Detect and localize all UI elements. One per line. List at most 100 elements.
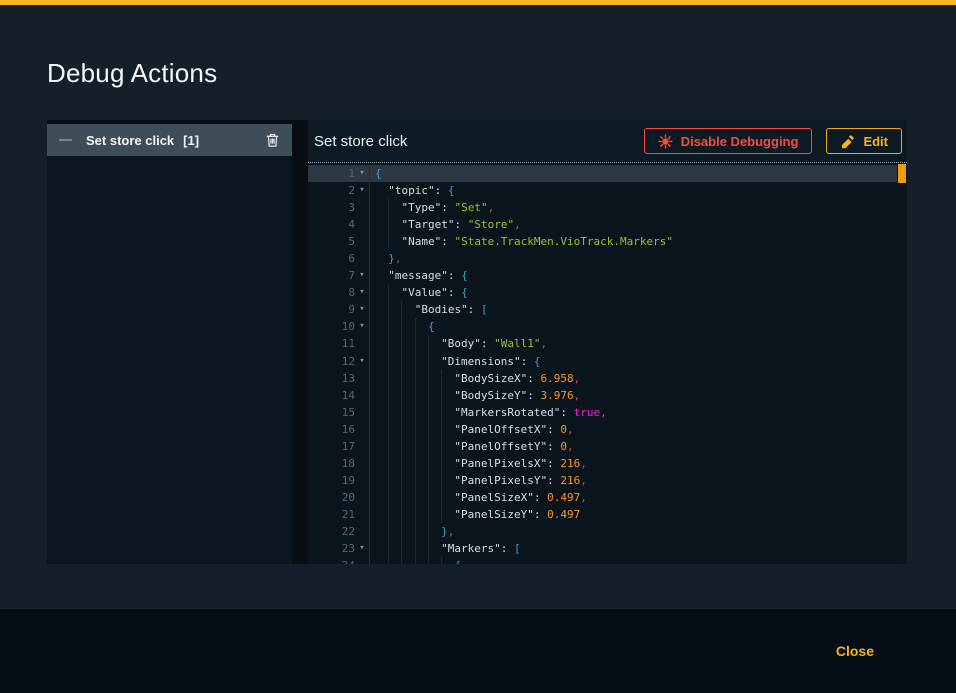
line-number: 16: [308, 421, 355, 438]
editor-line[interactable]: 19 "PanelPixelsY": 216,: [308, 472, 897, 489]
json-code-editor[interactable]: 1▾{2▾"topic": {3"Type": "Set",4"Target":…: [308, 163, 907, 564]
line-number: 24: [308, 557, 355, 564]
panel-header: Set store click: [308, 120, 907, 163]
modal-body: Debug Actions Set store click [1]: [0, 5, 956, 608]
pencil-icon: [840, 134, 855, 149]
editor-line[interactable]: 14 "BodySizeY": 3.976,: [308, 387, 897, 404]
line-number: 19: [308, 472, 355, 489]
editor-line[interactable]: 12▾"Dimensions": {: [308, 353, 897, 370]
code-line-content: "PanelOffsetY": 0,: [369, 438, 897, 455]
code-line-content: "topic": {: [369, 182, 897, 199]
line-number: 3: [308, 199, 355, 216]
code-line-content: },: [369, 523, 897, 540]
editor-line[interactable]: 7▾"message": {: [308, 267, 897, 284]
sidebar-item-label: Set store click: [86, 133, 174, 148]
edit-button[interactable]: Edit: [826, 128, 902, 154]
line-number: 1: [308, 165, 355, 182]
dash-icon: [59, 139, 72, 141]
line-number: 20: [308, 489, 355, 506]
editor-line[interactable]: 15"MarkersRotated": true,: [308, 404, 897, 421]
line-number: 11: [308, 335, 355, 352]
editor-line[interactable]: 21"PanelSizeY": 0.497: [308, 506, 897, 523]
editor-line[interactable]: 4"Target": "Store",: [308, 216, 897, 233]
editor-line[interactable]: 5 "Name": "State.TrackMen.VioTrack.Marker…: [308, 233, 897, 250]
editor-line[interactable]: 11 "Body": "Wall1",: [308, 335, 897, 352]
fold-arrow-icon[interactable]: ▾: [355, 182, 369, 199]
editor-line[interactable]: 1▾{: [308, 165, 897, 182]
code-line-content: "BodySizeX": 6.958,: [369, 370, 897, 387]
fold-arrow-icon[interactable]: ▾: [355, 267, 369, 284]
content-area: Set store click [1]: [47, 120, 907, 564]
dialog-footer: Close: [0, 608, 956, 693]
action-detail-panel: Set store click: [308, 120, 907, 564]
fold-arrow-icon[interactable]: ▾: [355, 540, 369, 557]
panel-header-buttons: Disable Debugging Edit: [644, 128, 902, 154]
line-number: 21: [308, 506, 355, 523]
editor-line[interactable]: 8▾"Value": {: [308, 284, 897, 301]
sidebar-item-count: [1]: [183, 133, 199, 148]
editor-scrollbar[interactable]: [897, 163, 907, 564]
code-line-content: "Body": "Wall1",: [369, 335, 897, 352]
trash-icon[interactable]: [264, 132, 280, 149]
line-number: 2: [308, 182, 355, 199]
code-line-content: "PanelPixelsY": 216,: [369, 472, 897, 489]
line-number: 5: [308, 233, 355, 250]
editor-line[interactable]: 2▾"topic": {: [308, 182, 897, 199]
editor-line[interactable]: 16 "PanelOffsetX": 0,: [308, 421, 897, 438]
code-line-content: "message": {: [369, 267, 897, 284]
line-number: 18: [308, 455, 355, 472]
fold-arrow-icon[interactable]: ▾: [355, 284, 369, 301]
code-line-content: "Value": {: [369, 284, 897, 301]
fold-arrow-icon[interactable]: ▾: [355, 301, 369, 318]
editor-line[interactable]: 24 {: [308, 557, 897, 564]
disable-debugging-button[interactable]: Disable Debugging: [644, 128, 813, 154]
line-number: 14: [308, 387, 355, 404]
code-line-content: "Dimensions": {: [369, 353, 897, 370]
code-line-content: "Type": "Set",: [369, 199, 897, 216]
page-title: Debug Actions: [47, 58, 217, 89]
line-number: 13: [308, 370, 355, 387]
editor-line[interactable]: 22},: [308, 523, 897, 540]
edit-label: Edit: [863, 134, 888, 149]
editor-line[interactable]: 17 "PanelOffsetY": 0,: [308, 438, 897, 455]
editor-line[interactable]: 6},: [308, 250, 897, 267]
code-line-content: {: [369, 318, 897, 335]
line-number: 23: [308, 540, 355, 557]
actions-sidebar: Set store click [1]: [47, 124, 292, 564]
panel-title: Set store click: [314, 133, 407, 150]
editor-scrollbar-thumb[interactable]: [898, 164, 906, 183]
code-line-content: "PanelSizeX": 0.497,: [369, 489, 897, 506]
code-line-content: "Name": "State.TrackMen.VioTrack.Markers…: [369, 233, 897, 250]
code-line-content: "MarkersRotated": true,: [369, 404, 897, 421]
line-number: 9: [308, 301, 355, 318]
editor-line[interactable]: 3 "Type": "Set",: [308, 199, 897, 216]
code-line-content: "PanelOffsetX": 0,: [369, 421, 897, 438]
line-number: 22: [308, 523, 355, 540]
sidebar-item-set-store-click[interactable]: Set store click [1]: [47, 124, 292, 156]
editor-line[interactable]: 23▾"Markers": [: [308, 540, 897, 557]
code-line-content: "Bodies": [: [369, 301, 897, 318]
editor-line[interactable]: 13 "BodySizeX": 6.958,: [308, 370, 897, 387]
editor-line[interactable]: 9▾"Bodies": [: [308, 301, 897, 318]
close-button[interactable]: Close: [824, 637, 886, 665]
line-number: 10: [308, 318, 355, 335]
code-line-content: {: [369, 165, 897, 182]
debug-actions-dialog: Debug Actions Set store click [1]: [0, 0, 956, 693]
code-line-content: "BodySizeY": 3.976,: [369, 387, 897, 404]
line-number: 17: [308, 438, 355, 455]
line-number: 7: [308, 267, 355, 284]
code-line-content: },: [369, 250, 897, 267]
editor-line[interactable]: 10▾{: [308, 318, 897, 335]
fold-arrow-icon[interactable]: ▾: [355, 318, 369, 335]
fold-arrow-icon[interactable]: ▾: [355, 165, 369, 182]
line-number: 8: [308, 284, 355, 301]
fold-arrow-icon[interactable]: ▾: [355, 353, 369, 370]
code-editor-rows: 1▾{2▾"topic": {3"Type": "Set",4"Target":…: [308, 165, 897, 564]
line-number: 4: [308, 216, 355, 233]
code-line-content: "Markers": [: [369, 540, 897, 557]
code-line-content: "PanelPixelsX": 216,: [369, 455, 897, 472]
line-number: 6: [308, 250, 355, 267]
code-line-content: {: [369, 557, 897, 564]
editor-line[interactable]: 18 "PanelPixelsX": 216,: [308, 455, 897, 472]
editor-line[interactable]: 20 "PanelSizeX": 0.497,: [308, 489, 897, 506]
